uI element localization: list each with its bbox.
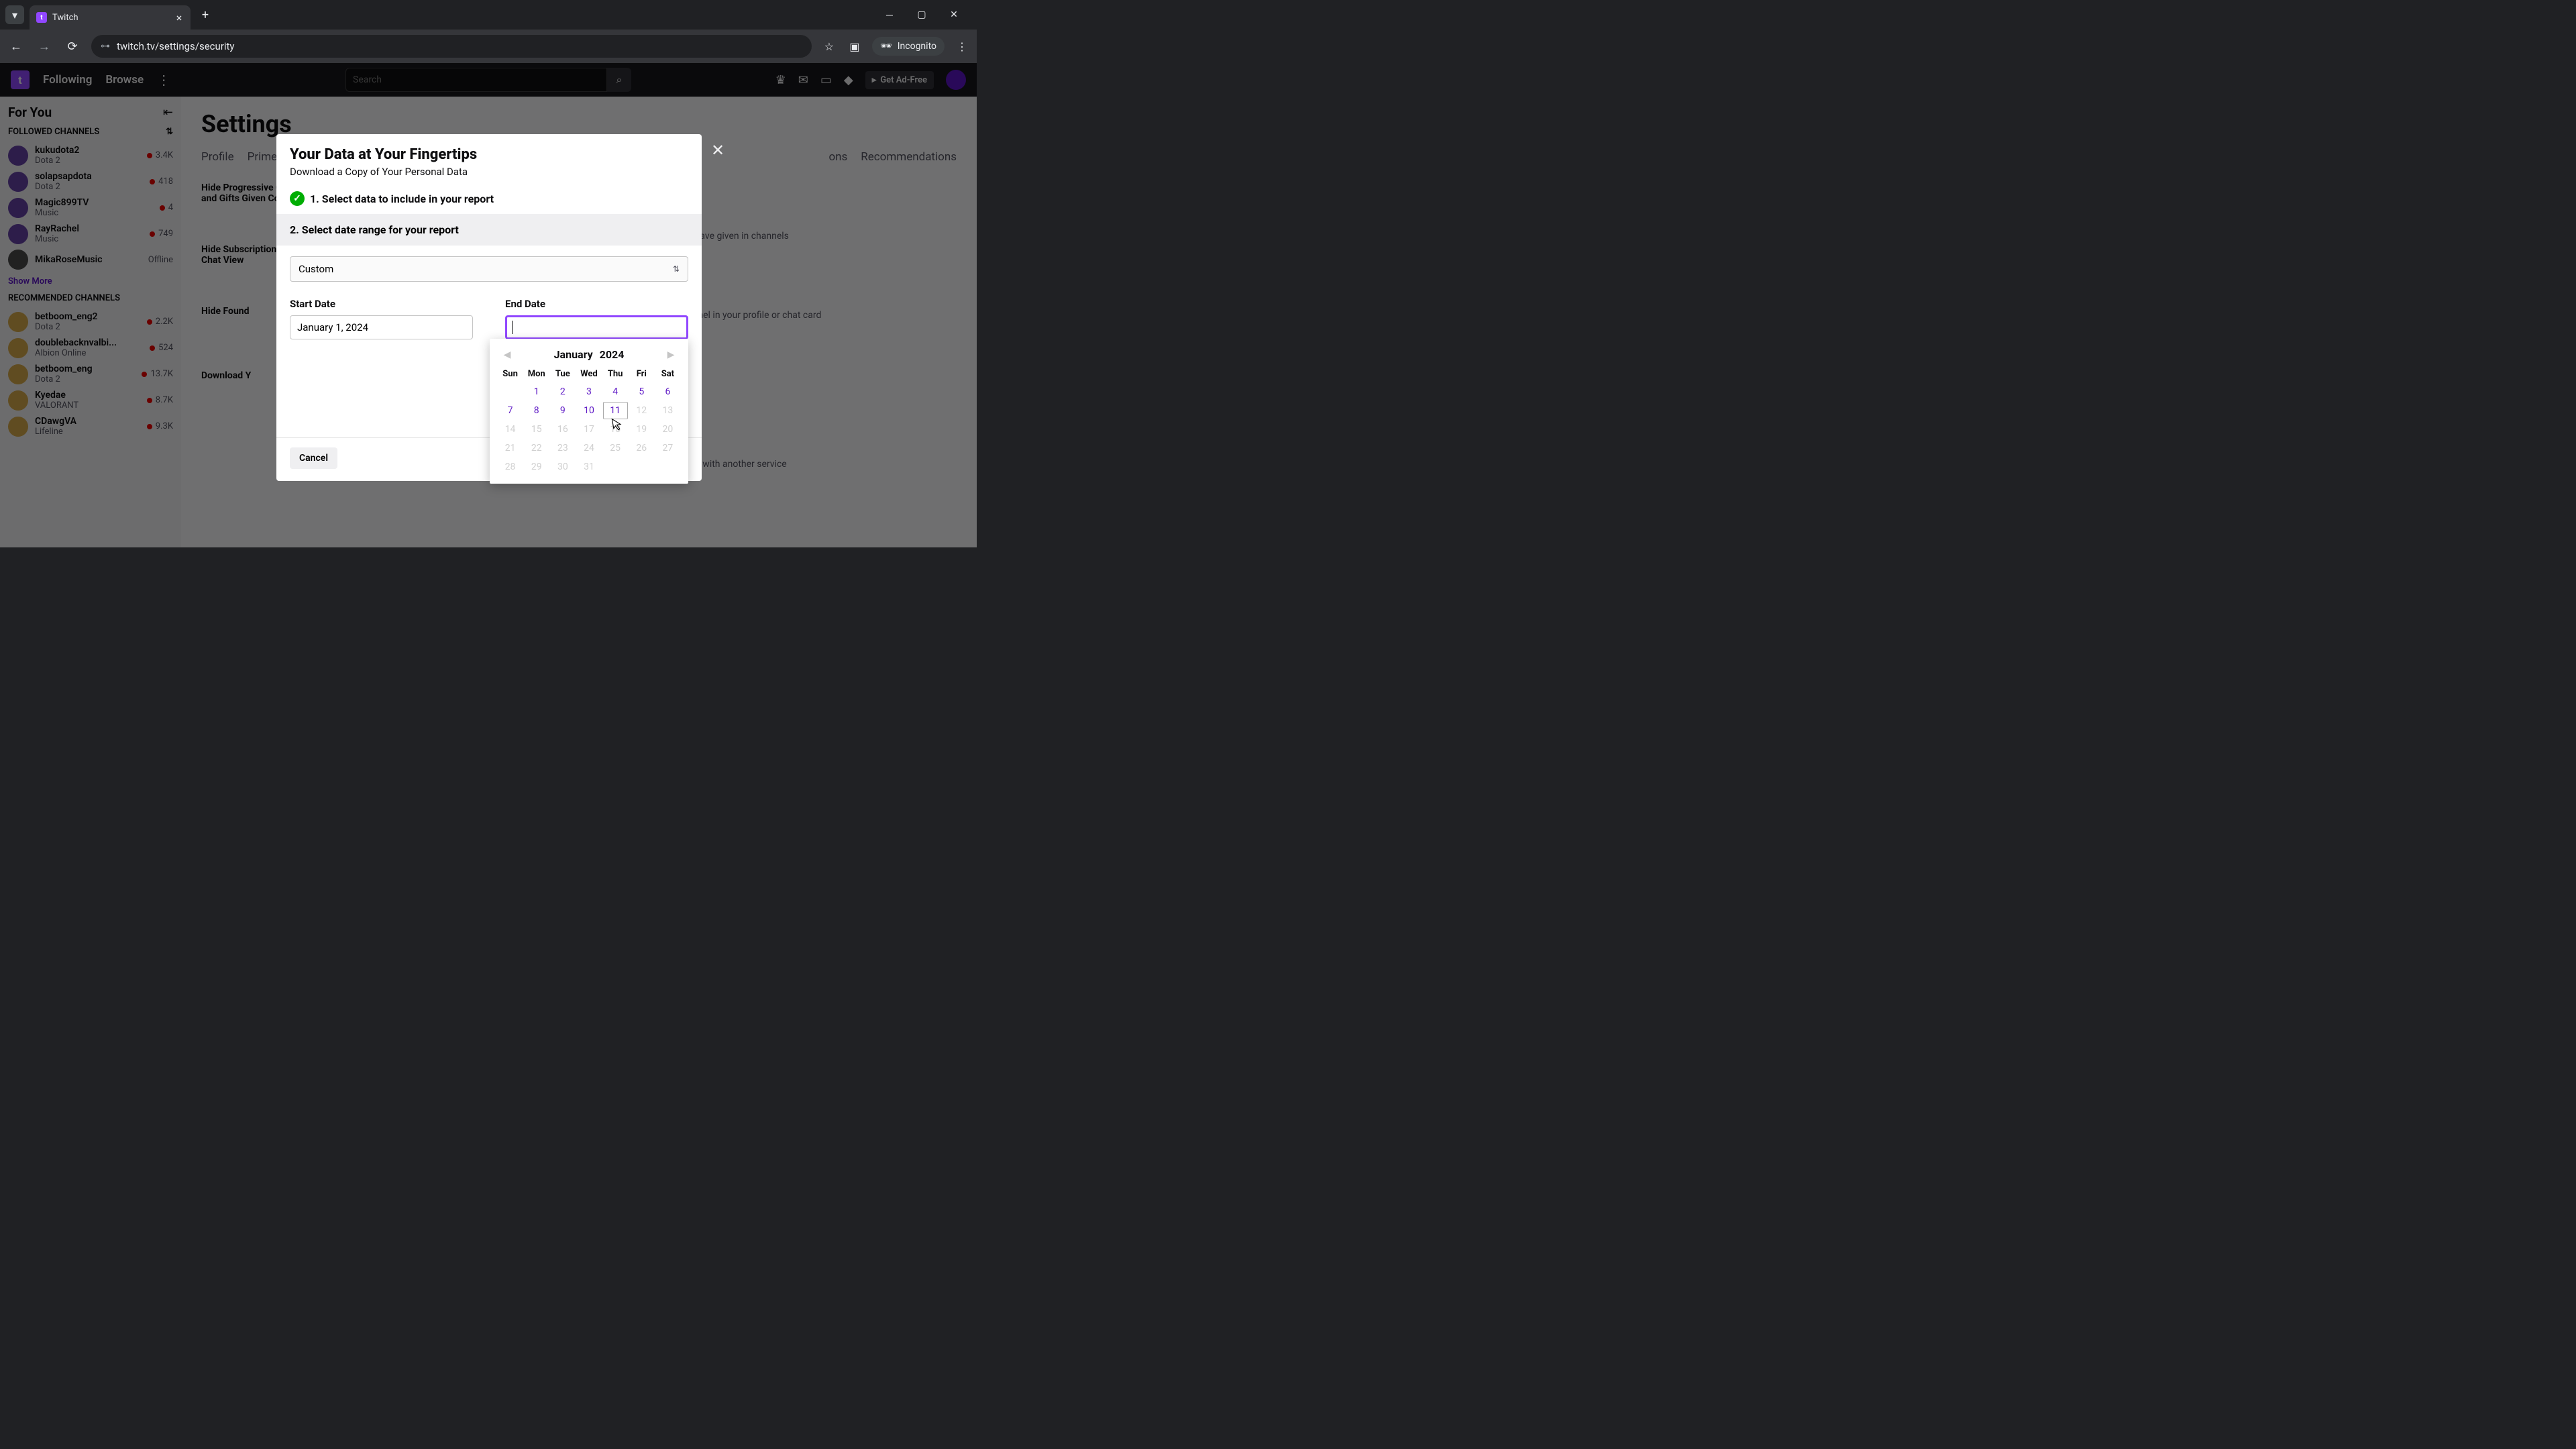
calendar-day[interactable]: 8 bbox=[524, 402, 549, 419]
calendar-year[interactable]: 2024 bbox=[600, 348, 625, 361]
reload-button[interactable]: ⟳ bbox=[63, 40, 82, 54]
calendar-day: 29 bbox=[524, 458, 549, 476]
site-info-icon[interactable]: ⊶ bbox=[101, 41, 110, 52]
calendar-day: 20 bbox=[655, 421, 680, 438]
forward-button[interactable]: → bbox=[35, 40, 54, 54]
window-maximize-icon[interactable]: ▢ bbox=[912, 5, 931, 24]
calendar-day: 14 bbox=[498, 421, 523, 438]
date-picker-calendar: ◀ January 2024 ▶ SunMonTueWedThuFriSat12… bbox=[490, 339, 688, 484]
calendar-day: 30 bbox=[550, 458, 575, 476]
calendar-dow: Sat bbox=[655, 366, 680, 382]
twitch-favicon: t bbox=[36, 12, 47, 23]
incognito-icon: 🕶 bbox=[880, 41, 892, 52]
address-bar[interactable]: ⊶ twitch.tv/settings/security bbox=[91, 35, 812, 58]
calendar-day: 12 bbox=[629, 402, 654, 419]
calendar-day[interactable]: 10 bbox=[576, 402, 601, 419]
calendar-day[interactable]: 6 bbox=[655, 383, 680, 400]
calendar-day: 27 bbox=[655, 439, 680, 457]
url-text: twitch.tv/settings/security bbox=[117, 40, 235, 52]
start-date-input[interactable] bbox=[290, 315, 473, 339]
modal-step-2: 2. Select date range for your report bbox=[276, 214, 702, 246]
calendar-day: 26 bbox=[629, 439, 654, 457]
calendar-day[interactable]: 9 bbox=[550, 402, 575, 419]
calendar-day: 21 bbox=[498, 439, 523, 457]
new-tab-button[interactable]: + bbox=[196, 5, 215, 24]
calendar-day: 22 bbox=[524, 439, 549, 457]
calendar-day: 17 bbox=[576, 421, 601, 438]
modal-title: Your Data at Your Fingertips bbox=[290, 146, 688, 163]
date-range-select[interactable]: Custom ⇅ bbox=[290, 256, 688, 282]
tab-title: Twitch bbox=[52, 13, 168, 23]
modal-subtitle: Download a Copy of Your Personal Data bbox=[290, 166, 688, 178]
calendar-day[interactable]: 4 bbox=[603, 383, 628, 400]
calendar-dow: Fri bbox=[629, 366, 654, 382]
calendar-month[interactable]: January bbox=[554, 348, 593, 361]
calendar-day[interactable]: 3 bbox=[576, 383, 601, 400]
calendar-dow: Thu bbox=[603, 366, 628, 382]
modal-close-button[interactable]: ✕ bbox=[711, 141, 724, 160]
calendar-day[interactable]: 5 bbox=[629, 383, 654, 400]
tab-list-dropdown[interactable]: ▾ bbox=[5, 5, 24, 24]
calendar-day: 24 bbox=[576, 439, 601, 457]
back-button[interactable]: ← bbox=[7, 40, 25, 54]
incognito-badge: 🕶 Incognito bbox=[872, 37, 945, 56]
calendar-day: 13 bbox=[655, 402, 680, 419]
calendar-day: 31 bbox=[576, 458, 601, 476]
start-date-label: Start Date bbox=[290, 298, 473, 310]
calendar-day: 16 bbox=[550, 421, 575, 438]
calendar-day: 15 bbox=[524, 421, 549, 438]
calendar-day: 19 bbox=[629, 421, 654, 438]
calendar-prev-icon[interactable]: ◀ bbox=[502, 350, 513, 360]
tab-close-icon[interactable]: × bbox=[173, 11, 185, 23]
calendar-next-icon[interactable]: ▶ bbox=[665, 350, 676, 360]
window-minimize-icon[interactable]: ─ bbox=[880, 5, 899, 24]
calendar-day[interactable]: 1 bbox=[524, 383, 549, 400]
end-date-input[interactable] bbox=[505, 315, 688, 339]
calendar-dow: Tue bbox=[550, 366, 575, 382]
calendar-day: 23 bbox=[550, 439, 575, 457]
menu-icon[interactable]: ⋮ bbox=[954, 40, 970, 53]
calendar-dow: Mon bbox=[524, 366, 549, 382]
calendar-day: 18 bbox=[603, 421, 628, 438]
panel-icon[interactable]: ▣ bbox=[847, 40, 863, 53]
chevron-updown-icon: ⇅ bbox=[673, 264, 680, 274]
calendar-day: 28 bbox=[498, 458, 523, 476]
end-date-label: End Date bbox=[505, 298, 688, 310]
cancel-button[interactable]: Cancel bbox=[290, 447, 337, 469]
window-close-icon[interactable]: ✕ bbox=[945, 5, 963, 24]
calendar-day[interactable]: 11 bbox=[603, 402, 628, 419]
calendar-day[interactable]: 2 bbox=[550, 383, 575, 400]
text-cursor bbox=[512, 321, 513, 334]
bookmark-icon[interactable]: ☆ bbox=[821, 40, 837, 53]
select-value: Custom bbox=[299, 263, 333, 275]
calendar-day[interactable]: 7 bbox=[498, 402, 523, 419]
check-icon: ✓ bbox=[290, 191, 305, 206]
calendar-dow: Wed bbox=[576, 366, 601, 382]
browser-tab[interactable]: t Twitch × bbox=[30, 5, 191, 30]
calendar-day: 25 bbox=[603, 439, 628, 457]
calendar-dow: Sun bbox=[498, 366, 523, 382]
modal-step-1[interactable]: ✓ 1. Select data to include in your repo… bbox=[276, 187, 702, 214]
